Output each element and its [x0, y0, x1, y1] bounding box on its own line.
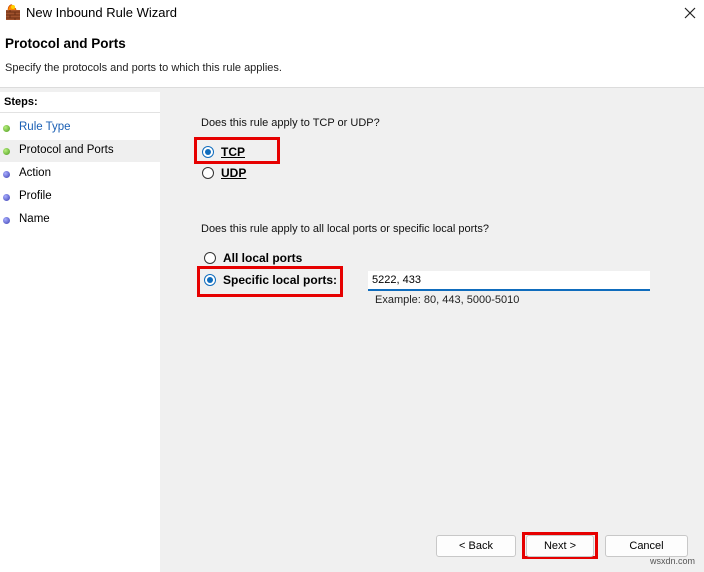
step-name: Name — [0, 209, 160, 231]
step-pending-icon — [3, 194, 10, 201]
page-title: Protocol and Ports — [5, 36, 126, 51]
watermark: wsxdn.com — [650, 556, 696, 566]
step-protocol-and-ports[interactable]: Protocol and Ports — [0, 140, 160, 162]
specific-local-ports-option[interactable]: Specific local ports: — [204, 271, 339, 291]
step-rule-type[interactable]: Rule Type — [0, 117, 160, 139]
udp-label: UDP — [221, 166, 247, 180]
step-pending-icon — [3, 171, 10, 178]
ports-example-text: Example: 80, 443, 5000-5010 — [375, 294, 520, 306]
step-pending-icon — [3, 217, 10, 224]
steps-heading: Steps: — [0, 92, 160, 113]
next-button-label: Next > — [543, 540, 577, 552]
all-local-ports-label: All local ports — [223, 251, 303, 265]
step-label: Name — [19, 213, 50, 225]
next-button[interactable]: Next > — [526, 535, 594, 557]
wizard-header: Protocol and Ports Specify the protocols… — [0, 27, 704, 88]
step-label: Action — [19, 167, 51, 179]
step-action: Action — [0, 163, 160, 185]
specific-local-ports-radio[interactable] — [204, 274, 216, 286]
back-button-label: < Back — [459, 540, 493, 552]
firewall-icon — [4, 3, 22, 21]
all-local-ports-radio[interactable] — [204, 252, 216, 264]
step-label: Protocol and Ports — [19, 144, 114, 156]
step-profile: Profile — [0, 186, 160, 208]
steps-sidebar: Steps: Rule Type Protocol and Ports Acti… — [0, 92, 160, 572]
title-bar: New Inbound Rule Wizard — [0, 0, 704, 27]
udp-radio-option[interactable]: UDP — [202, 164, 272, 184]
cancel-button[interactable]: Cancel — [605, 535, 688, 557]
cancel-button-label: Cancel — [629, 540, 664, 552]
step-label: Rule Type — [19, 121, 71, 133]
step-label: Profile — [19, 190, 52, 202]
ports-input[interactable] — [368, 271, 650, 291]
back-button[interactable]: < Back — [436, 535, 516, 557]
close-button[interactable] — [676, 0, 704, 27]
close-icon — [684, 7, 696, 19]
tcp-label: TCP — [221, 145, 245, 159]
step-complete-icon — [3, 125, 10, 132]
udp-radio[interactable] — [202, 167, 214, 179]
page-subtitle: Specify the protocols and ports to which… — [5, 62, 282, 74]
window-title: New Inbound Rule Wizard — [26, 5, 178, 20]
ports-question: Does this rule apply to all local ports … — [201, 223, 489, 235]
tcp-radio-option[interactable]: TCP — [202, 143, 272, 163]
step-current-icon — [3, 148, 10, 155]
protocol-question: Does this rule apply to TCP or UDP? — [201, 117, 380, 129]
tcp-radio[interactable] — [202, 146, 214, 158]
specific-local-ports-label: Specific local ports: — [223, 273, 338, 287]
